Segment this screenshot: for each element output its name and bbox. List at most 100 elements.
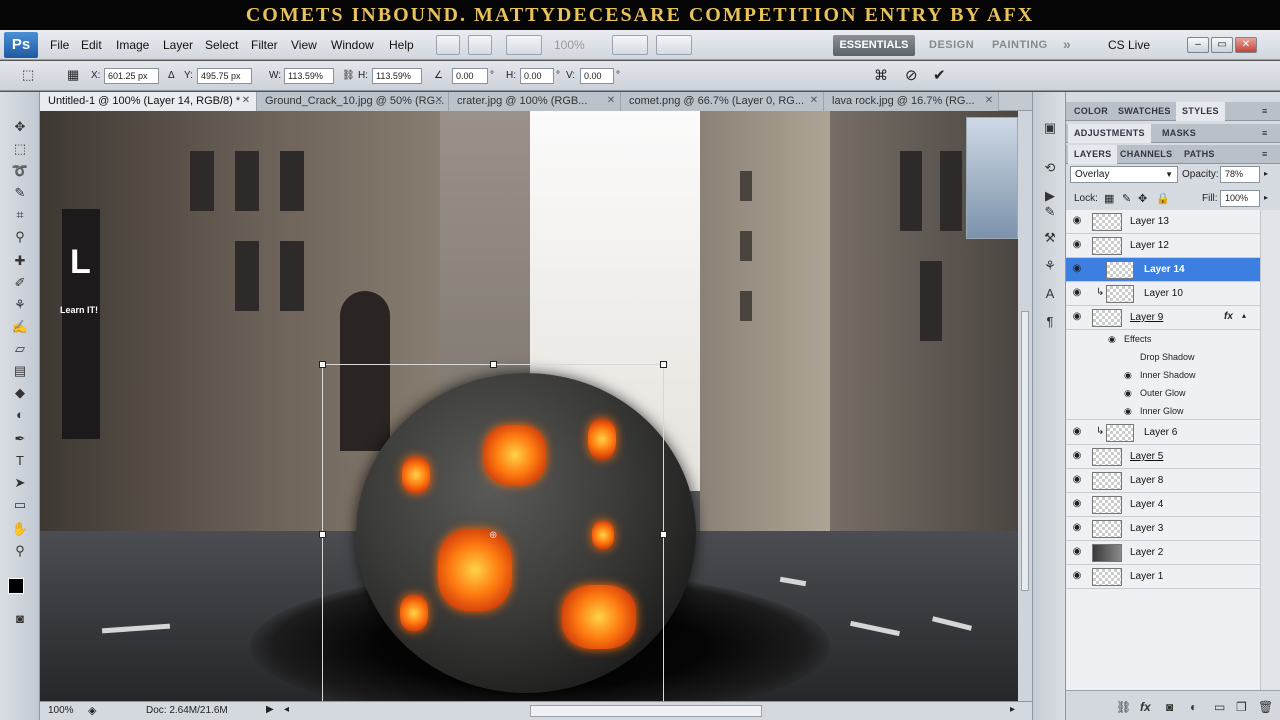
gradient-tool-icon[interactable]: ▤ <box>10 362 30 380</box>
quick-mask-icon[interactable]: ◙ <box>10 610 30 628</box>
close-button[interactable]: ✕ <box>1235 37 1257 53</box>
transform-tool-icon[interactable]: ⬚ <box>22 67 34 83</box>
status-zoom[interactable]: 100% <box>48 705 74 716</box>
layer-row[interactable]: ◉ Layer 13 <box>1066 210 1260 234</box>
layer-row[interactable]: ◉ Layer 8 <box>1066 469 1260 493</box>
vskew-field[interactable]: 0.00 <box>580 68 614 84</box>
transform-handle[interactable] <box>660 361 667 368</box>
new-group-icon[interactable]: ▭ <box>1214 700 1225 714</box>
lock-image-icon[interactable]: ✎ <box>1122 192 1131 205</box>
paragraph-panel-icon[interactable]: ¶ <box>1040 312 1060 332</box>
close-icon[interactable]: ✕ <box>241 96 251 106</box>
visibility-eye-icon[interactable]: ◉ <box>1071 288 1083 298</box>
layers-scrollbar[interactable] <box>1260 210 1280 690</box>
type-tool-icon[interactable]: T <box>10 452 30 470</box>
menu-help[interactable]: Help <box>389 38 414 52</box>
tab-lava-rock[interactable]: lava rock.jpg @ 16.7% (RG... <box>824 92 999 111</box>
workspace-design[interactable]: DESIGN <box>929 39 974 51</box>
document-canvas[interactable]: L Learn IT! ⊕ <box>40 111 1018 701</box>
tab-paths[interactable]: PATHS <box>1178 145 1221 164</box>
lock-position-icon[interactable]: ✥ <box>1138 192 1147 205</box>
scroll-left-icon[interactable]: ◂ <box>284 704 289 715</box>
effect-drop-shadow[interactable]: Drop Shadow <box>1140 352 1195 362</box>
scroll-right-icon[interactable]: ▸ <box>1010 704 1015 715</box>
menu-image[interactable]: Image <box>116 38 149 52</box>
angle-field[interactable]: 0.00 <box>452 68 488 84</box>
path-select-tool-icon[interactable]: ➤ <box>10 474 30 492</box>
clone-stamp-tool-icon[interactable]: ⚘ <box>10 296 30 314</box>
menu-edit[interactable]: Edit <box>81 38 102 52</box>
quick-select-tool-icon[interactable]: ✎ <box>10 184 30 202</box>
tab-swatches[interactable]: SWATCHES <box>1112 102 1177 121</box>
delete-layer-icon[interactable]: 🗑 <box>1258 700 1273 714</box>
view-extras-button[interactable] <box>506 35 542 55</box>
visibility-eye-icon[interactable]: ◉ <box>1071 451 1083 461</box>
opacity-slider-arrow-icon[interactable]: ▸ <box>1264 169 1268 178</box>
cs-live-menu[interactable]: CS Live <box>1108 38 1150 52</box>
tab-layers[interactable]: LAYERS <box>1068 145 1118 164</box>
foreground-color-swatch[interactable] <box>8 578 24 594</box>
restore-button[interactable]: ▭ <box>1211 37 1233 53</box>
tab-masks[interactable]: MASKS <box>1156 124 1202 143</box>
canvas-vertical-scrollbar[interactable] <box>1018 111 1032 701</box>
move-tool-icon[interactable]: ✥ <box>10 118 30 136</box>
history-panel-icon[interactable]: ⟲ <box>1040 158 1060 178</box>
tab-adjustments[interactable]: ADJUSTMENTS <box>1068 124 1151 143</box>
zoom-tool-icon[interactable]: ⚲ <box>10 542 30 560</box>
brush-tool-icon[interactable]: ✐ <box>10 274 30 292</box>
visibility-eye-icon[interactable]: ◉ <box>1071 264 1083 274</box>
layer-row[interactable]: ◉ Layer 1 <box>1066 565 1260 589</box>
layer-row[interactable]: ◉ Layer 2 <box>1066 541 1260 565</box>
x-field[interactable]: 601.25 px <box>104 68 159 84</box>
more-workspaces-icon[interactable]: » <box>1063 36 1071 52</box>
visibility-eye-icon[interactable]: ◉ <box>1071 216 1083 226</box>
horizontal-scroll-thumb[interactable] <box>530 705 762 717</box>
transform-handle[interactable] <box>660 531 667 538</box>
y-field[interactable]: 495.75 px <box>197 68 252 84</box>
visibility-eye-icon[interactable]: ◉ <box>1071 427 1083 437</box>
visibility-eye-icon[interactable]: ◉ <box>1071 240 1083 250</box>
dodge-tool-icon[interactable]: ◐ <box>10 406 30 424</box>
tab-ground-crack[interactable]: Ground_Crack_10.jpg @ 50% (RG... <box>257 92 449 111</box>
zoom-level[interactable]: 100% <box>554 38 585 52</box>
add-mask-icon[interactable]: ◙ <box>1166 700 1173 714</box>
eyedropper-tool-icon[interactable]: ⚲ <box>10 228 30 246</box>
tool-presets-icon[interactable]: ⚒ <box>1040 228 1060 248</box>
fx-icon[interactable]: fx <box>1224 311 1233 322</box>
menu-layer[interactable]: Layer <box>163 38 193 52</box>
effect-outer-glow[interactable]: Outer Glow <box>1140 388 1186 398</box>
mini-bridge-button[interactable] <box>468 35 492 55</box>
transform-handle[interactable] <box>319 531 326 538</box>
chevron-up-icon[interactable]: ▴ <box>1242 311 1246 320</box>
link-layers-icon[interactable]: ⛓ <box>1116 700 1131 714</box>
effects-eye-icon[interactable]: ◉ <box>1108 334 1116 345</box>
layer-row-selected[interactable]: ◉ Layer 14 <box>1066 258 1260 282</box>
hand-tool-icon[interactable]: ✋ <box>10 520 30 538</box>
close-icon[interactable]: ✕ <box>606 96 616 106</box>
bridge-button[interactable] <box>436 35 460 55</box>
menu-select[interactable]: Select <box>205 38 238 52</box>
panel-menu-icon[interactable]: ≡ <box>1262 149 1267 159</box>
commit-transform-icon[interactable]: ✔ <box>933 66 946 84</box>
opacity-field[interactable]: 78% <box>1220 166 1260 183</box>
lasso-tool-icon[interactable]: ➰ <box>10 162 30 180</box>
layer-row[interactable]: ◉ Layer 3 <box>1066 517 1260 541</box>
screen-mode-button[interactable] <box>656 35 692 55</box>
workspace-essentials[interactable]: ESSENTIALS <box>833 35 915 56</box>
warp-mode-icon[interactable]: ⌘ <box>874 67 888 84</box>
status-info-icon[interactable]: ◈ <box>88 704 96 717</box>
effect-eye-icon[interactable]: ◉ <box>1124 370 1132 381</box>
height-field[interactable]: 113.59% <box>372 68 422 84</box>
layer-row[interactable]: ◉ Layer 12 <box>1066 234 1260 258</box>
panel-menu-icon[interactable]: ≡ <box>1262 106 1267 116</box>
blur-tool-icon[interactable]: ◆ <box>10 384 30 402</box>
tab-channels[interactable]: CHANNELS <box>1114 145 1178 164</box>
layer-row[interactable]: ◉ Layer 9 fx ▴ <box>1066 306 1260 330</box>
menu-window[interactable]: Window <box>331 38 374 52</box>
effect-inner-glow[interactable]: Inner Glow <box>1140 406 1184 416</box>
close-icon[interactable]: ✕ <box>809 96 819 106</box>
lock-all-icon[interactable]: 🔒 <box>1156 192 1170 205</box>
history-brush-tool-icon[interactable]: ✍ <box>10 318 30 336</box>
fill-field[interactable]: 100% <box>1220 190 1260 207</box>
close-icon[interactable]: ✕ <box>434 96 444 106</box>
